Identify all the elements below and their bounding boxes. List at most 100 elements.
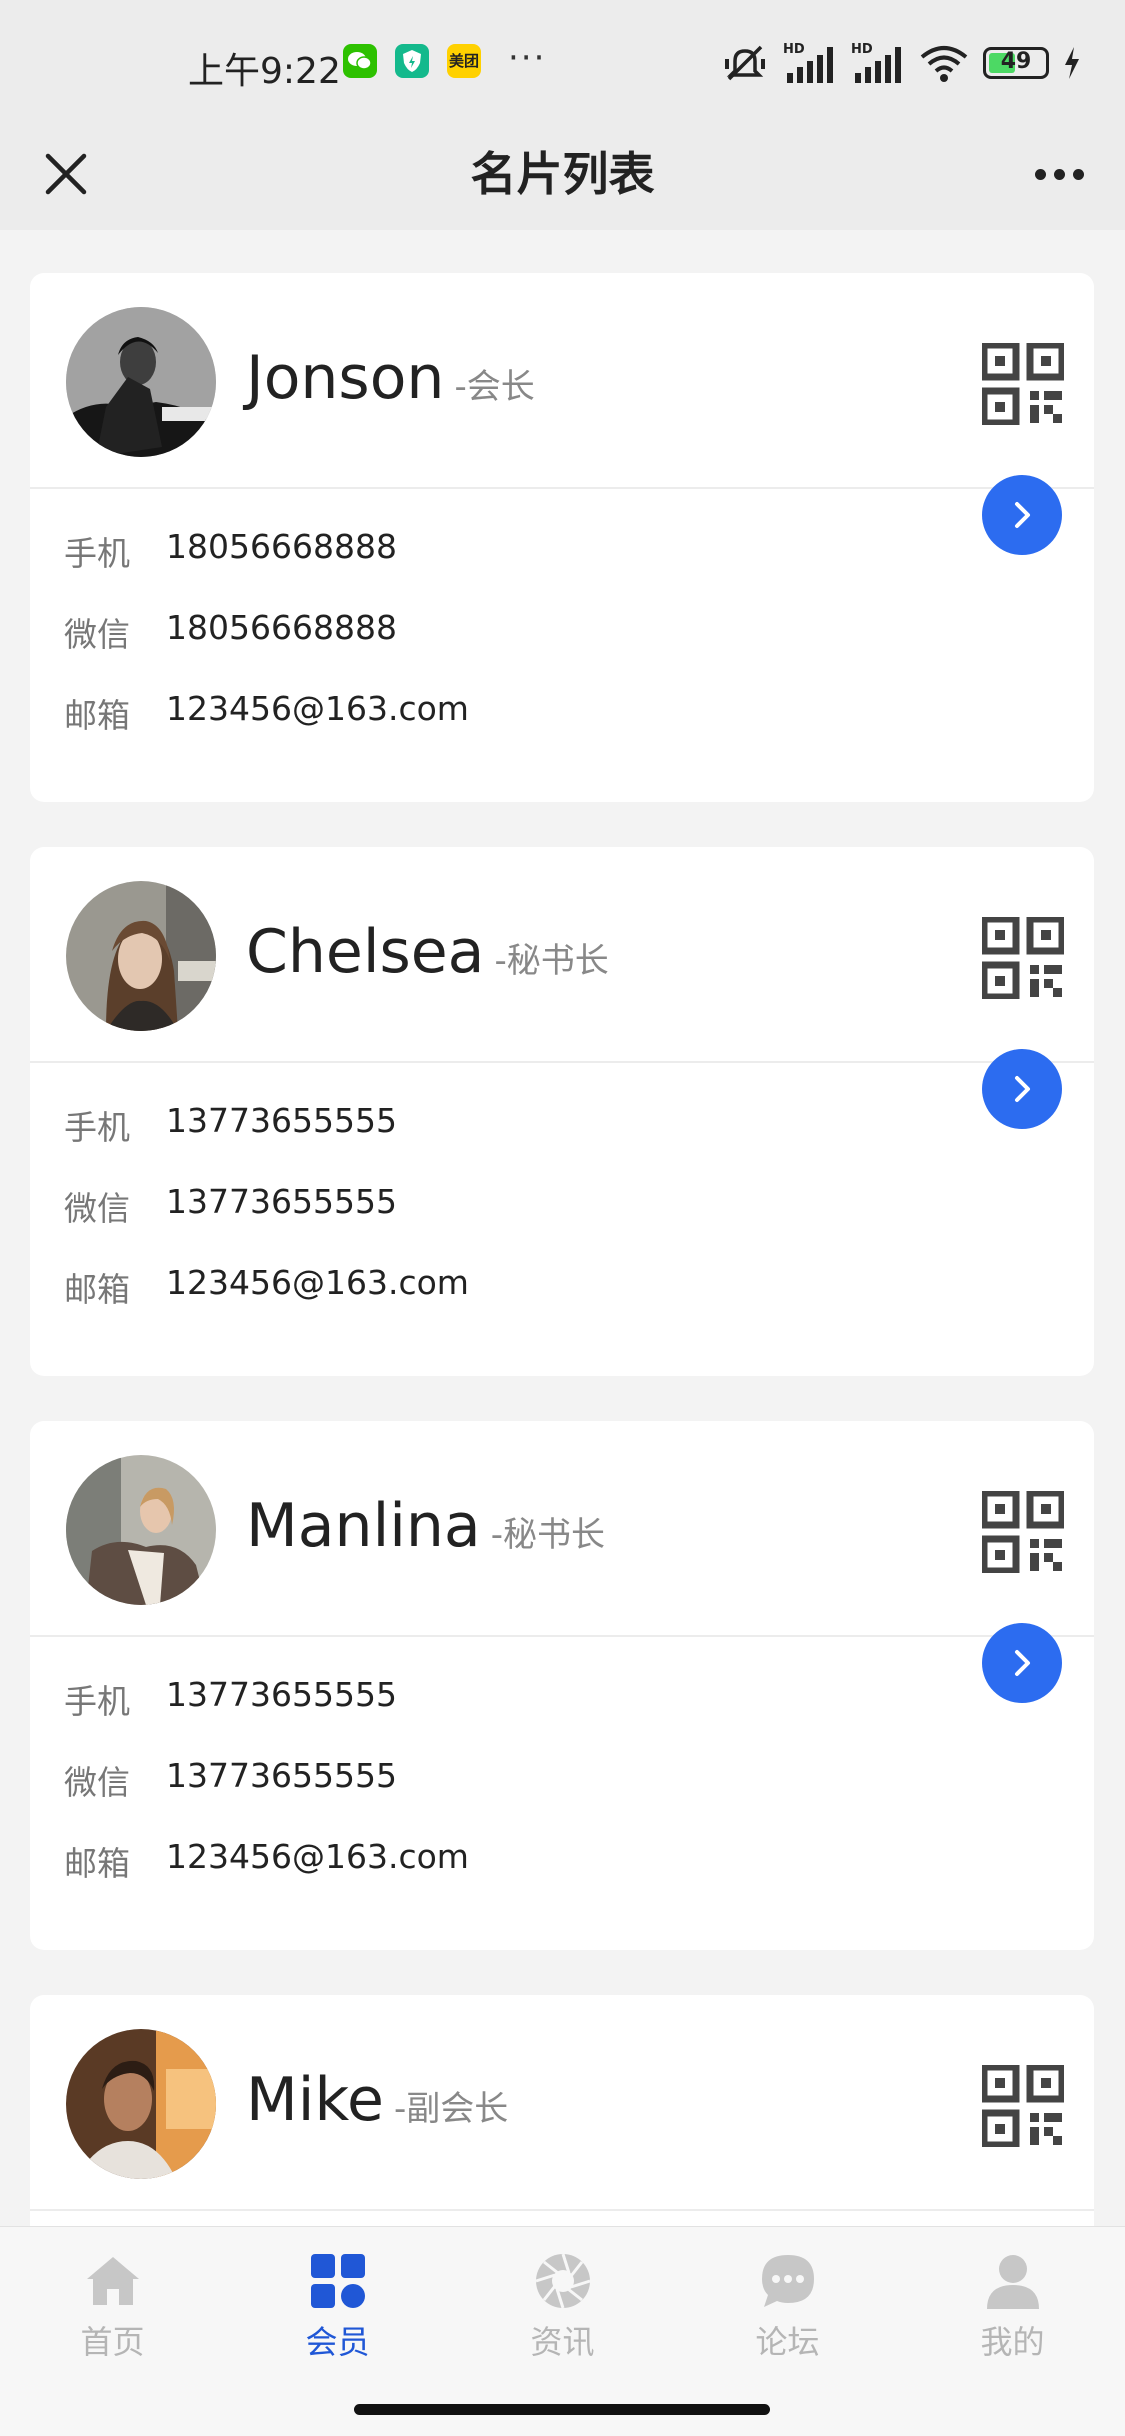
email-row: 邮箱 123456@163.com (30, 689, 1094, 770)
email-row: 邮箱 123456@163.com (30, 1837, 1094, 1918)
grid-icon (310, 2254, 365, 2308)
status-more-indicator: ··· (508, 38, 547, 78)
member-title: -副会长 (393, 2089, 509, 2129)
phone-label: 手机 (64, 534, 130, 573)
tab-mine[interactable]: 我的 (900, 2241, 1125, 2371)
wechat-row: 微信 13773655555 (30, 1756, 1094, 1837)
wechat-label: 微信 (64, 1763, 130, 1802)
card-header: Jonson -会长 (30, 273, 1094, 489)
member-card[interactable]: Chelsea -秘书长 手机 13773655555 微信 13773655555 … (30, 847, 1094, 1376)
phone-value[interactable]: 18056668888 (166, 527, 397, 566)
tab-label: 资讯 (530, 2323, 595, 2361)
aperture-icon (535, 2253, 590, 2309)
battery-icon: 49 (983, 47, 1049, 79)
name-line: Jonson -会长 (246, 343, 535, 413)
card-details: 手机 13773655555 微信 13773655555 邮箱 123456@163… (30, 1063, 1094, 1344)
member-title: -秘书长 (490, 1515, 605, 1555)
member-card[interactable]: Jonson -会长 手机 18056668888 微信 18056668888 邮箱… (30, 273, 1094, 802)
charging-icon (1065, 47, 1079, 79)
more-dot-icon (1072, 168, 1084, 180)
shield-icon (395, 44, 429, 78)
card-header: Mike -副会长 (30, 1995, 1094, 2211)
email-value[interactable]: 123456@163.com (166, 1837, 469, 1876)
avatar[interactable] (66, 2029, 216, 2179)
name-line: Mike -副会长 (246, 2065, 508, 2135)
member-title: -秘书长 (494, 941, 609, 981)
member-name: Mike (246, 2065, 384, 2135)
signal-icon: HD (783, 42, 833, 83)
signal-icon-2: HD (851, 42, 901, 83)
wechat-value[interactable]: 13773655555 (166, 1182, 397, 1221)
tab-label: 会员 (305, 2323, 370, 2361)
email-value[interactable]: 123456@163.com (166, 1263, 469, 1302)
qr-code-icon[interactable] (982, 343, 1064, 425)
email-label: 邮箱 (64, 1270, 130, 1309)
member-card[interactable]: Manlina -秘书长 手机 13773655555 微信 13773655555 … (30, 1421, 1094, 1950)
qr-code-icon[interactable] (982, 2065, 1064, 2147)
detail-button[interactable] (982, 475, 1062, 555)
status-bar: 上午9:22 美团 ··· HD HD 49 (0, 0, 1125, 120)
card-details: 手机 13773655555 微信 13773655555 邮箱 123456@163… (30, 1637, 1094, 1918)
avatar[interactable] (66, 1455, 216, 1605)
more-button[interactable] (1023, 138, 1095, 210)
phone-row: 手机 18056668888 (30, 527, 1094, 608)
name-line: Chelsea -秘书长 (246, 917, 609, 987)
email-label: 邮箱 (64, 696, 130, 735)
wechat-row: 微信 13773655555 (30, 1182, 1094, 1263)
more-dot-icon (1034, 168, 1046, 180)
detail-button[interactable] (982, 1049, 1062, 1129)
phone-row: 手机 13773655555 (30, 1101, 1094, 1182)
wechat-value[interactable]: 18056668888 (166, 608, 397, 647)
tab-news[interactable]: 资讯 (450, 2241, 675, 2371)
tab-forum[interactable]: 论坛 (675, 2241, 900, 2371)
card-details: 手机 18056668888 微信 18056668888 邮箱 123456@163… (30, 489, 1094, 770)
mute-icon (725, 45, 765, 81)
chat-bubble-icon (761, 2255, 814, 2307)
phone-label: 手机 (64, 1682, 130, 1721)
member-title: -会长 (454, 367, 535, 407)
email-label: 邮箱 (64, 1844, 130, 1883)
phone-value[interactable]: 13773655555 (166, 1101, 397, 1140)
avatar[interactable] (66, 307, 216, 457)
status-indicators: HD HD 49 (721, 38, 1081, 88)
member-name: Manlina (246, 1491, 481, 1561)
tab-label: 首页 (80, 2323, 145, 2361)
page: 上午9:22 美团 ··· HD HD 49 名片列表 Jonson -会长 手… (0, 0, 1125, 2436)
detail-button[interactable] (982, 1623, 1062, 1703)
wifi-icon (920, 46, 968, 82)
tab-label: 我的 (980, 2323, 1045, 2361)
member-name: Chelsea (246, 917, 485, 987)
email-row: 邮箱 123456@163.com (30, 1263, 1094, 1344)
qr-code-icon[interactable] (982, 1491, 1064, 1573)
wechat-icon (343, 44, 377, 78)
nav-bar: 名片列表 (0, 120, 1125, 230)
signal-hd-label-2: HD (851, 42, 873, 57)
wechat-label: 微信 (64, 1189, 130, 1228)
phone-row: 手机 13773655555 (30, 1675, 1094, 1756)
chevron-right-icon (1015, 1650, 1030, 1676)
avatar[interactable] (66, 881, 216, 1031)
chevron-right-icon (1015, 502, 1030, 528)
wechat-label: 微信 (64, 615, 130, 654)
meituan-icon: 美团 (447, 44, 481, 78)
tab-label: 论坛 (755, 2323, 820, 2361)
battery-level: 49 (1000, 49, 1032, 74)
status-time: 上午9:22 (188, 51, 341, 92)
tab-members[interactable]: 会员 (225, 2241, 450, 2371)
qr-code-icon[interactable] (982, 917, 1064, 999)
phone-label: 手机 (64, 1108, 130, 1147)
more-dot-icon (1053, 168, 1065, 180)
card-header: Manlina -秘书长 (30, 1421, 1094, 1637)
signal-hd-label: HD (783, 42, 805, 57)
phone-value[interactable]: 13773655555 (166, 1675, 397, 1714)
home-indicator[interactable] (354, 2404, 770, 2415)
tab-home[interactable]: 首页 (0, 2241, 225, 2371)
email-value[interactable]: 123456@163.com (166, 689, 469, 728)
home-icon (86, 2257, 139, 2305)
chevron-right-icon (1015, 1076, 1030, 1102)
page-title: 名片列表 (470, 147, 655, 201)
card-header: Chelsea -秘书长 (30, 847, 1094, 1063)
name-line: Manlina -秘书长 (246, 1491, 605, 1561)
wechat-value[interactable]: 13773655555 (166, 1756, 397, 1795)
wechat-row: 微信 18056668888 (30, 608, 1094, 689)
